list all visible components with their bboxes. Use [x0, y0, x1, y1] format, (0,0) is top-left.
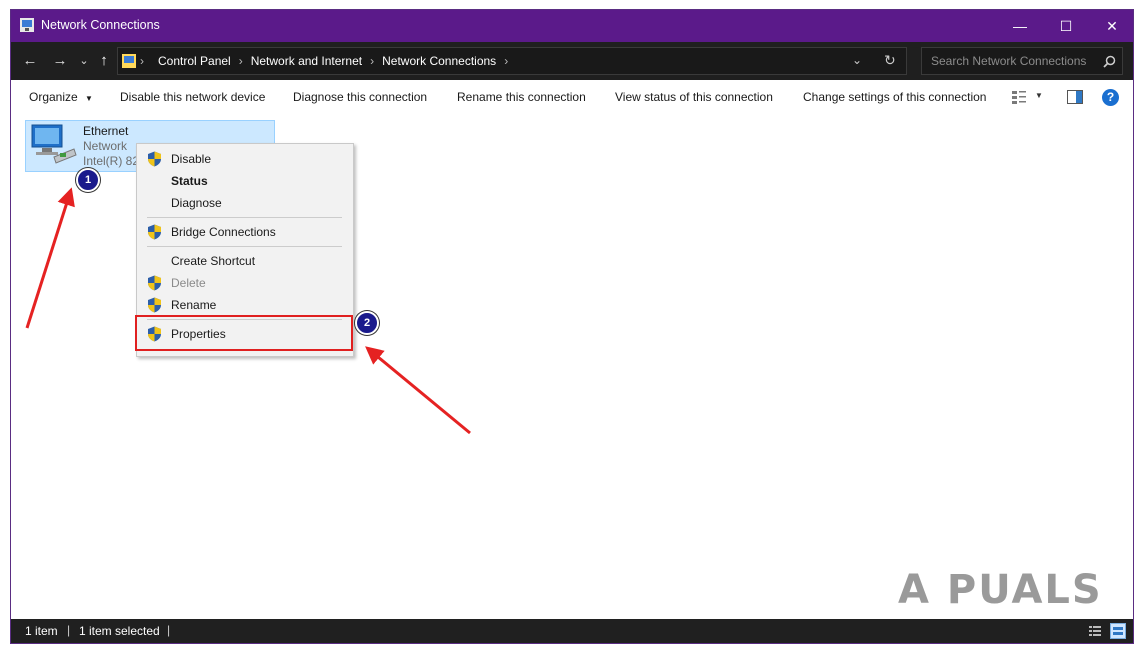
annotation-arrows: [25, 187, 471, 435]
arrow-to-ethernet: [25, 187, 75, 329]
arrow-to-properties: [365, 346, 471, 435]
